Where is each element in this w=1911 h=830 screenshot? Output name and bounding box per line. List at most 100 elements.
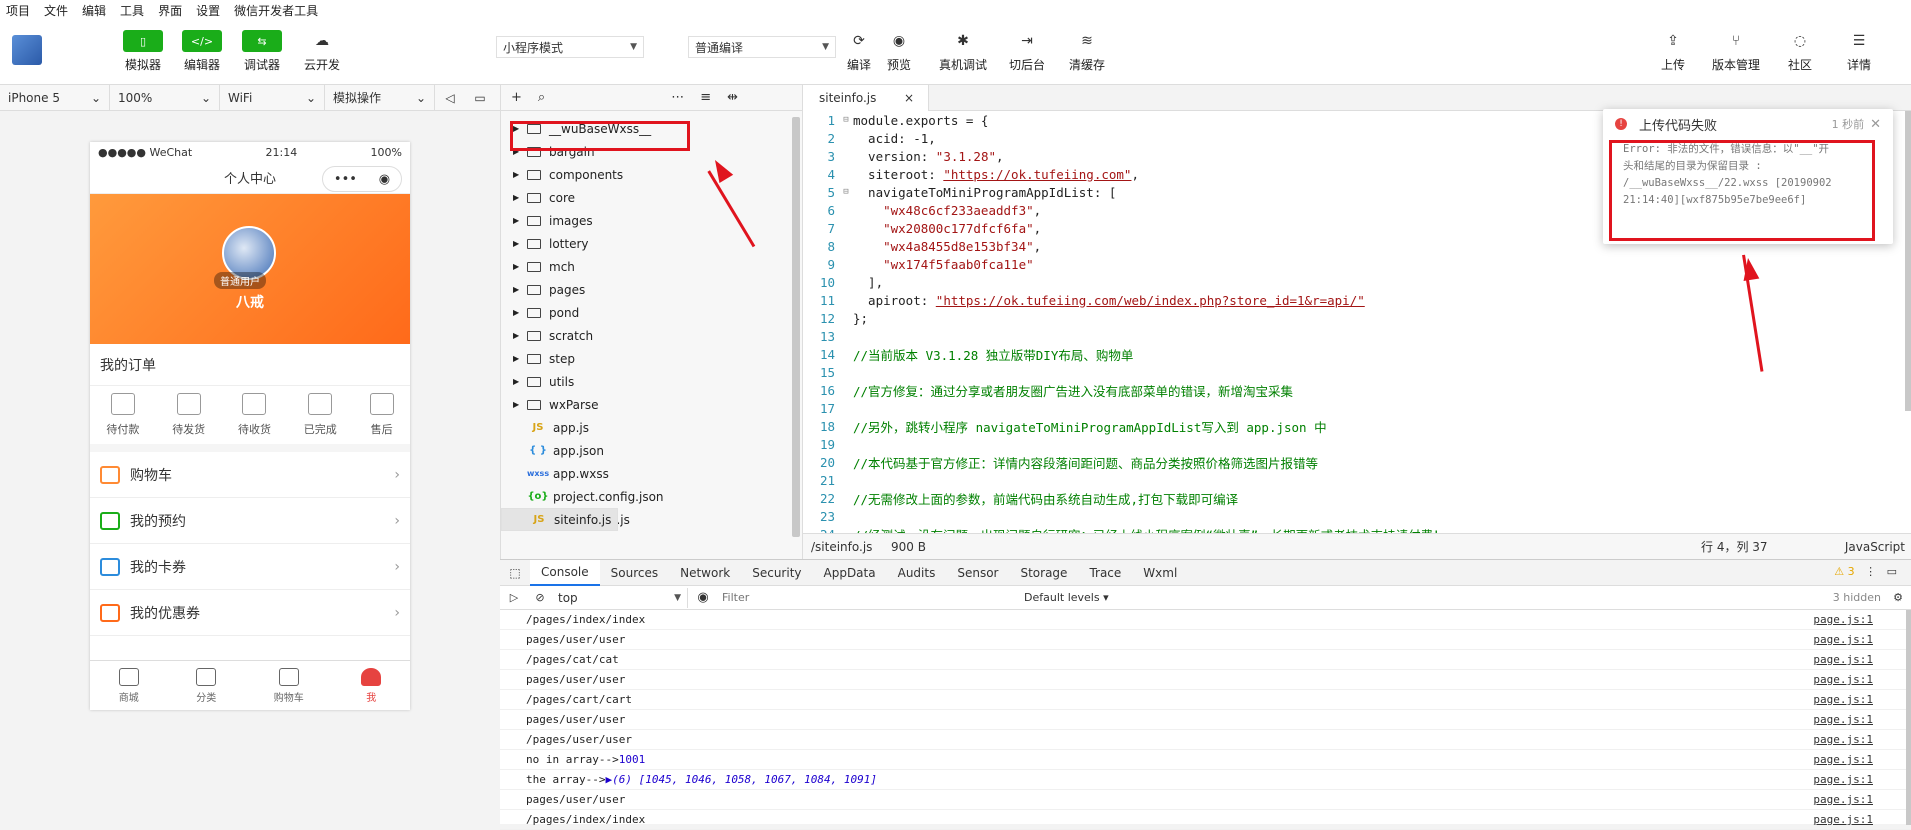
menu-item[interactable]: 工具 xyxy=(120,2,144,19)
menu-item[interactable]: 微信开发者工具 xyxy=(234,2,318,19)
file-item[interactable]: wxss app.wxss xyxy=(501,462,791,485)
file-item[interactable]: {o} project.config.json xyxy=(501,485,791,508)
source-link[interactable]: page.js:1 xyxy=(1813,673,1873,686)
menu-item[interactable]: 文件 xyxy=(44,2,68,19)
order-status-item[interactable]: 待收货 xyxy=(238,393,271,437)
preview-button[interactable]: ◉ 预览 xyxy=(874,30,924,73)
order-status-item[interactable]: 已完成 xyxy=(304,393,337,437)
sidebar-toggle-icon[interactable]: ▷ xyxy=(500,591,528,604)
devtools-tab[interactable]: Audits xyxy=(887,560,947,586)
editor-button[interactable]: </> 编辑器 xyxy=(177,30,227,73)
menu-item[interactable]: 编辑 xyxy=(82,2,106,19)
devtools-tab[interactable]: Trace xyxy=(1078,560,1132,586)
close-icon[interactable]: ◉ xyxy=(379,172,390,187)
version-button[interactable]: ⑂ 版本管理 xyxy=(1711,30,1761,73)
explorer-tool-icon[interactable]: + xyxy=(511,90,522,105)
clear-console-icon[interactable]: ⊘ xyxy=(528,591,552,604)
inspect-icon[interactable]: ⬚ xyxy=(500,566,530,580)
devtools-tab[interactable]: Sources xyxy=(600,560,669,586)
folder-item[interactable]: ▶ scratch xyxy=(501,324,791,347)
file-item[interactable]: JS app.js xyxy=(501,416,791,439)
zoom-select[interactable]: 100% ⌄ xyxy=(110,84,220,111)
source-link[interactable]: page.js:1 xyxy=(1813,713,1873,726)
explorer-tool-icon[interactable]: ⌕ xyxy=(538,90,545,105)
debugger-button[interactable]: ⇆ 调试器 xyxy=(237,30,287,73)
window-icon[interactable]: ▭ xyxy=(465,91,495,105)
remote-debug-button[interactable]: ✱ 真机调试 xyxy=(938,30,988,73)
source-link[interactable]: page.js:1 xyxy=(1813,813,1873,826)
explorer-tool-icon[interactable]: ≡ xyxy=(700,90,711,105)
source-link[interactable]: page.js:1 xyxy=(1813,753,1873,766)
more-icon[interactable]: ••• xyxy=(334,172,357,187)
action-select[interactable]: 模拟操作 ⌄ xyxy=(325,84,435,111)
settings-icon[interactable]: ⚙ xyxy=(1893,591,1903,604)
list-item[interactable]: 我的优惠券 › xyxy=(90,590,410,636)
editor-scrollbar[interactable] xyxy=(1905,111,1911,411)
file-item[interactable]: { } app.json xyxy=(501,439,791,462)
tab-item[interactable]: 商城 xyxy=(118,667,139,704)
source-link[interactable]: page.js:1 xyxy=(1813,693,1873,706)
details-button[interactable]: ☰ 详情 xyxy=(1834,30,1884,73)
explorer-scrollbar[interactable] xyxy=(792,117,800,537)
orders-title[interactable]: 我的订单 xyxy=(90,344,410,386)
cloud-button[interactable]: ☁ 云开发 xyxy=(297,30,347,73)
list-item[interactable]: 我的卡券 › xyxy=(90,544,410,590)
fold-icon[interactable]: ⊟ xyxy=(839,115,853,125)
source-link[interactable]: page.js:1 xyxy=(1813,733,1873,746)
explorer-tool-icon[interactable]: ⇹ xyxy=(727,90,738,105)
tab-item[interactable]: 我 xyxy=(361,667,382,704)
community-button[interactable]: ◌ 社区 xyxy=(1775,30,1825,73)
devtools-tab[interactable]: Wxml xyxy=(1132,560,1188,586)
fold-icon[interactable]: ⊟ xyxy=(839,187,853,197)
order-status-item[interactable]: 售后 xyxy=(369,393,394,437)
order-status-item[interactable]: 待付款 xyxy=(106,393,139,437)
source-link[interactable]: page.js:1 xyxy=(1813,633,1873,646)
explorer-tool-icon[interactable]: ⋯ xyxy=(671,90,684,105)
volume-icon[interactable]: ◁ xyxy=(435,91,465,105)
menu-item[interactable]: 项目 xyxy=(6,2,30,19)
list-item[interactable]: 购物车 › xyxy=(90,452,410,498)
source-link[interactable]: page.js:1 xyxy=(1813,613,1873,626)
tab-item[interactable]: 购物车 xyxy=(274,667,304,704)
close-icon[interactable]: × xyxy=(904,91,914,105)
console-scrollbar[interactable] xyxy=(1906,610,1911,825)
folder-item[interactable]: ▶ pond xyxy=(501,301,791,324)
device-select[interactable]: iPhone 5 ⌄ xyxy=(0,84,110,111)
folder-item[interactable]: ▶ wxParse xyxy=(501,393,791,416)
simulator-button[interactable]: ▯ 模拟器 xyxy=(118,30,168,73)
devtools-tab[interactable]: Security xyxy=(741,560,812,586)
capsule-button[interactable]: ••• ◉ xyxy=(322,166,402,192)
folder-item[interactable]: ▶ step xyxy=(501,347,791,370)
folder-item[interactable]: ▶ pages xyxy=(501,278,791,301)
menu-item[interactable]: 设置 xyxy=(196,2,220,19)
levels-select[interactable]: Default levels ▾ xyxy=(1024,591,1109,604)
file-item[interactable]: JS siteinfo.js xyxy=(501,508,619,531)
warning-count[interactable]: ⚠ 3 ⋮ ▭ xyxy=(1834,565,1897,578)
background-button[interactable]: ⇥ 切后台 xyxy=(1002,30,1052,73)
folder-item[interactable]: ▶ utils xyxy=(501,370,791,393)
folder-item[interactable]: ▶ mch xyxy=(501,255,791,278)
upload-button[interactable]: ⇪ 上传 xyxy=(1648,30,1698,73)
source-link[interactable]: page.js:1 xyxy=(1813,653,1873,666)
compile-mode-select[interactable]: 普通编译 ▼ xyxy=(688,36,836,58)
menu-item[interactable]: 界面 xyxy=(158,2,182,19)
context-select[interactable]: top ▼ xyxy=(552,587,688,608)
clear-cache-button[interactable]: ≋ 清缓存 xyxy=(1062,30,1112,73)
eye-icon[interactable]: ◉ xyxy=(688,590,718,605)
console-filter-input[interactable] xyxy=(718,588,1018,607)
devtools-tab[interactable]: AppData xyxy=(813,560,887,586)
tab-item[interactable]: 分类 xyxy=(196,667,217,704)
folder-item[interactable]: ▶ core xyxy=(501,186,791,209)
list-item[interactable]: 我的预约 › xyxy=(90,498,410,544)
network-select[interactable]: WiFi ⌄ xyxy=(220,84,325,111)
folder-item[interactable]: ▶ components xyxy=(501,163,791,186)
devtools-tab[interactable]: Sensor xyxy=(946,560,1009,586)
devtools-tab[interactable]: Network xyxy=(669,560,741,586)
devtools-tab[interactable]: Console xyxy=(530,559,600,586)
order-status-item[interactable]: 待发货 xyxy=(172,393,205,437)
close-icon[interactable]: ✕ xyxy=(1870,117,1881,132)
tab-siteinfo[interactable]: siteinfo.js × xyxy=(803,85,929,111)
source-link[interactable]: page.js:1 xyxy=(1813,773,1873,786)
folder-item[interactable]: ▶ images xyxy=(501,209,791,232)
mode-select[interactable]: 小程序模式 ▼ xyxy=(496,36,644,58)
